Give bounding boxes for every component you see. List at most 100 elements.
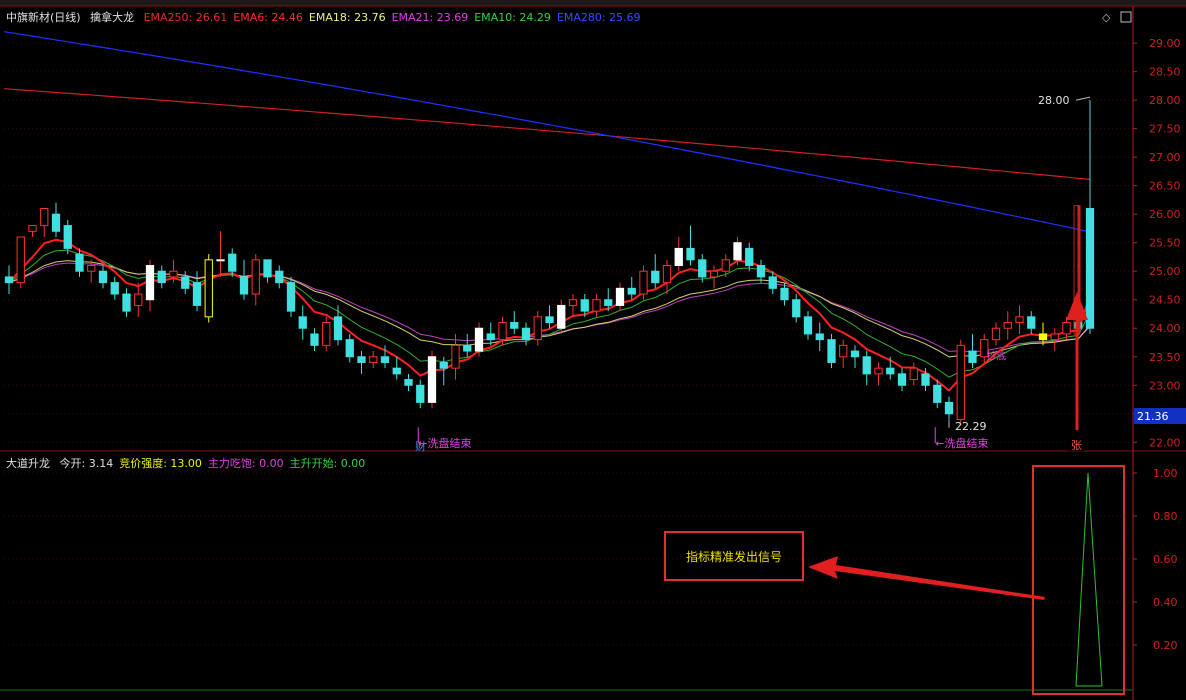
y-tick-label: 25.50 bbox=[1149, 237, 1181, 250]
candle-body bbox=[87, 265, 96, 272]
sub-indicator-label: 主力吃饱: 0.00 bbox=[207, 457, 284, 470]
candle-body bbox=[134, 293, 143, 306]
candle-body bbox=[839, 344, 848, 358]
high-price-label: 28.00 bbox=[1038, 94, 1070, 107]
candle-body bbox=[392, 367, 401, 375]
candle-body bbox=[1062, 322, 1071, 335]
wash-end-label: ←洗盘结束 bbox=[935, 436, 988, 450]
candle-body bbox=[627, 287, 636, 295]
sub-y-tick-label: 0.60 bbox=[1153, 553, 1178, 566]
current-price-tag: 21.36 bbox=[1137, 410, 1169, 423]
candle-body bbox=[251, 259, 260, 295]
ema-label: EMA18: 23.76 bbox=[308, 11, 386, 24]
candle-body bbox=[827, 339, 836, 363]
candle-body bbox=[733, 242, 742, 261]
candle-body bbox=[28, 225, 37, 232]
candle-body bbox=[674, 247, 683, 267]
candle-body bbox=[63, 225, 72, 249]
main-legend: 中旗新材(日线) 擒拿大龙 EMA250: 26.61 EMA6: 24.46 EM… bbox=[6, 9, 647, 25]
signal-highlight-box bbox=[1032, 465, 1125, 695]
candle-body bbox=[745, 247, 754, 267]
candle-body bbox=[921, 373, 930, 386]
candle-body bbox=[1050, 333, 1059, 341]
window-icon bbox=[1120, 11, 1132, 23]
candle-body bbox=[557, 304, 566, 329]
candle-body bbox=[98, 270, 108, 284]
candle-body bbox=[463, 344, 472, 352]
y-tick-label: 28.50 bbox=[1149, 66, 1181, 79]
y-tick-label: 28.00 bbox=[1149, 94, 1181, 107]
candle-body bbox=[850, 350, 860, 358]
candle-body bbox=[192, 282, 202, 306]
sub-y-tick-label: 0.40 bbox=[1153, 596, 1178, 609]
candle-body bbox=[568, 299, 578, 306]
candle-body bbox=[968, 350, 977, 363]
candle-body bbox=[310, 333, 319, 346]
ema-label: EMA280: 25.69 bbox=[556, 11, 641, 24]
sub-y-tick-label: 0.20 bbox=[1153, 639, 1178, 652]
candle-body bbox=[886, 367, 895, 375]
candle-body bbox=[639, 270, 648, 295]
wash-end-label: ←洗盘结束 bbox=[418, 436, 471, 450]
ema-long-line bbox=[3, 88, 1091, 180]
ema-label: EMA250: 26.61 bbox=[143, 11, 228, 24]
ema-label: EMA21: 23.69 bbox=[391, 11, 469, 24]
sub-indicator-name[interactable]: 大道升龙 bbox=[6, 457, 50, 470]
candle-body bbox=[427, 356, 437, 403]
candle-body bbox=[709, 270, 719, 278]
candle-body bbox=[110, 282, 119, 295]
sub-legend: 大道升龙 今开: 3.14 竞价强度: 13.00 主力吃饱: 0.00 主升开始: … bbox=[6, 455, 371, 471]
candle-body bbox=[780, 287, 789, 301]
candle-body bbox=[216, 259, 225, 262]
candle-body bbox=[298, 316, 307, 329]
candle-body bbox=[933, 384, 942, 403]
candle-body bbox=[16, 236, 25, 284]
candle-body bbox=[815, 333, 824, 341]
zhang-marker: 张 bbox=[1071, 439, 1082, 452]
candle-body bbox=[333, 316, 343, 341]
candle-body bbox=[228, 253, 237, 272]
candle-body bbox=[686, 247, 695, 261]
high-leader bbox=[1075, 96, 1091, 101]
y-tick-label: 25.00 bbox=[1149, 265, 1181, 278]
candle-body bbox=[404, 379, 413, 386]
candle-body bbox=[439, 361, 448, 369]
ema-label: EMA10: 24.29 bbox=[474, 11, 551, 24]
y-tick-label: 24.00 bbox=[1149, 322, 1181, 335]
stock-name[interactable]: 中旗新材(日线) bbox=[6, 11, 81, 24]
candle-body bbox=[1038, 333, 1048, 341]
candle-body bbox=[651, 270, 660, 284]
cai-marker: 财 bbox=[415, 439, 426, 453]
candle-body bbox=[4, 276, 14, 284]
candle-body bbox=[874, 367, 883, 375]
candle-body bbox=[369, 356, 378, 363]
candle-body bbox=[1085, 207, 1095, 329]
y-tick-label: 22.00 bbox=[1149, 436, 1181, 449]
callout-text: 指标精准发出信号 bbox=[685, 549, 782, 564]
indicator-name[interactable]: 擒拿大龙 bbox=[90, 11, 134, 24]
y-tick-label: 23.00 bbox=[1149, 379, 1181, 392]
candle-body bbox=[181, 276, 190, 289]
candle-body bbox=[944, 401, 954, 415]
candle-body bbox=[75, 253, 84, 272]
y-tick-label: 26.50 bbox=[1149, 180, 1181, 193]
candle-body bbox=[122, 293, 131, 312]
candle-body bbox=[451, 344, 460, 369]
candle-body bbox=[169, 270, 178, 278]
candle-body bbox=[263, 259, 272, 278]
candle-body bbox=[486, 333, 495, 341]
candle-body bbox=[533, 316, 542, 341]
signal-spike bbox=[1075, 472, 1103, 687]
sub-y-tick-label: 1.00 bbox=[1153, 467, 1178, 480]
candle-body bbox=[545, 316, 554, 324]
candle-body bbox=[792, 299, 801, 318]
candle-body bbox=[239, 276, 249, 295]
candle-body bbox=[803, 316, 813, 335]
candle-body bbox=[615, 287, 625, 306]
candle-body bbox=[592, 299, 601, 312]
candle-body bbox=[521, 327, 531, 341]
candle-body bbox=[322, 322, 331, 346]
callout-box: 指标精准发出信号 bbox=[664, 531, 804, 581]
candle-body bbox=[768, 276, 777, 289]
y-tick-label: 27.00 bbox=[1149, 151, 1181, 164]
